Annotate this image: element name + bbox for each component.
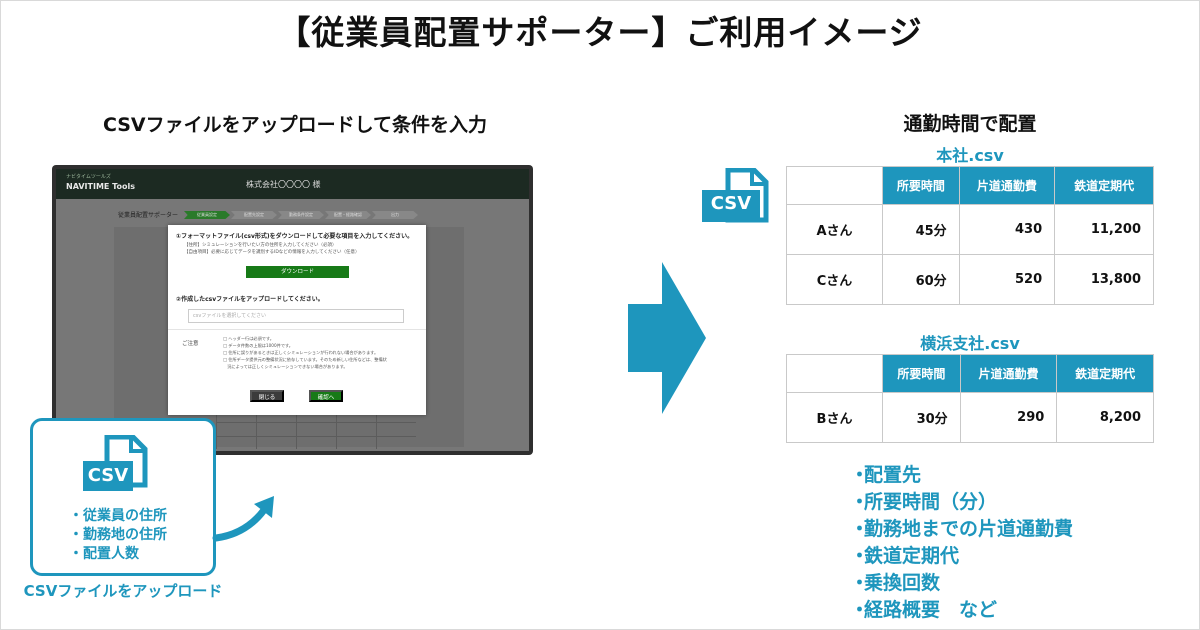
output-item: ・鉄道定期代 — [850, 545, 960, 567]
table-cell: 13,800 — [1054, 254, 1154, 305]
csv-icon-label: CSV — [87, 465, 129, 486]
company-name: 株式会社〇〇〇〇 様 — [246, 180, 321, 189]
output-item-label: 勤務地までの片道通勤費 — [864, 518, 1074, 540]
upload-modal: ①フォーマットファイル(csv形式)をダウンロードして必要な項目を入力してくださ… — [168, 225, 426, 415]
output-item-label: 所要時間（分） — [864, 491, 998, 513]
app-name: 従業員配置サポーター — [118, 212, 179, 219]
column-header: 鉄道定期代 — [1056, 354, 1154, 393]
csv-item: ・勤務地の住所 — [69, 527, 167, 543]
table-cell: 30分 — [882, 392, 961, 443]
right-heading: 通勤時間で配置 — [903, 113, 1037, 135]
result-table-yokohama: 所要時間 片道通勤費 鉄道定期代 Bさん 30分 290 8,200 — [786, 354, 1154, 443]
table-header-row: 所要時間 片道通勤費 鉄道定期代 — [786, 166, 1154, 205]
page-title: 【従業員配置サポーター】ご利用イメージ — [277, 13, 923, 52]
employee-name: Bさん — [786, 392, 883, 443]
table-cell: 8,200 — [1056, 392, 1154, 443]
result-table-honsha: 所要時間 片道通勤費 鉄道定期代 Aさん 45分 430 11,200 Cさん … — [786, 166, 1154, 305]
column-header: 鉄道定期代 — [1054, 166, 1154, 205]
employee-name: Cさん — [786, 254, 883, 305]
csv-input-card: CSV ・従業員の住所 ・勤務地の住所 ・配置人数 — [30, 418, 216, 576]
table-title: 横浜支社.csv — [920, 334, 1020, 353]
output-item: ・所要時間（分） — [850, 491, 998, 513]
csv-item: ・配置人数 — [69, 546, 139, 562]
required-note: 【住所】シミュレーションを行いたい方の住所を入力してください（必須） — [184, 243, 337, 248]
app-screenshot: ナビタイムツールズ NAVITIME Tools 株式会社〇〇〇〇 様 従業員配… — [52, 165, 533, 455]
table-title: 本社.csv — [936, 146, 1004, 165]
table-row: Bさん 30分 290 8,200 — [786, 392, 1154, 443]
brand-subtitle: ナビタイムツールズ — [66, 174, 111, 180]
column-header: 所要時間 — [882, 166, 960, 205]
step-indicator: 従業員設定 配置先設定 勤務条件設定 配置・経路確認 出力 — [184, 211, 419, 219]
output-item-list: ・配置先 ・所要時間（分） ・勤務地までの片道通勤費 ・鉄道定期代 ・乗換回数 … — [850, 462, 1073, 624]
notice-label: ご注意 — [182, 341, 199, 347]
brand-logo: NAVITIME Tools — [66, 182, 136, 191]
notice-item: 況によっては正しくシミュレーションできない場合があります。 — [223, 364, 348, 369]
output-item-label: 鉄道定期代 — [864, 545, 960, 567]
column-header: 片道通勤費 — [958, 166, 1056, 205]
app-header: ナビタイムツールズ NAVITIME Tools 株式会社〇〇〇〇 様 — [56, 169, 529, 199]
step1-instruction: ①フォーマットファイル(csv形式)をダウンロードして必要な項目を入力してくださ… — [176, 233, 414, 240]
upload-arrow-icon — [212, 496, 274, 542]
table-cell: 520 — [958, 254, 1056, 305]
notice-list: □ ヘッダー行は必須です。 □ データ件数の上限は1000件です。 □ 住所に誤… — [223, 335, 387, 370]
notice-item: □ ヘッダー行は必須です。 — [223, 336, 274, 341]
table-cell: 45分 — [882, 204, 960, 255]
output-item: ・経路概要 など — [850, 599, 998, 621]
download-button[interactable]: ダウンロード — [246, 266, 349, 278]
divider — [168, 329, 426, 330]
right-arrow-icon — [628, 262, 706, 414]
output-item-label: 乗換回数 — [864, 572, 941, 594]
header-blank — [786, 354, 883, 393]
confirm-button[interactable]: 確認へ — [309, 390, 343, 402]
column-header: 所要時間 — [882, 354, 961, 393]
column-header: 片道通勤費 — [959, 354, 1058, 393]
step-item[interactable]: 従業員設定 — [184, 211, 230, 219]
employee-name: Aさん — [786, 204, 883, 255]
table-header-row: 所要時間 片道通勤費 鉄道定期代 — [786, 354, 1154, 393]
notice-item: □ 住所に誤りがあるときは正しくシミュレーションが行われない場合があります。 — [223, 350, 379, 355]
output-item: ・配置先 — [850, 464, 922, 486]
notice-item: □ データ件数の上限は1000件です。 — [223, 343, 293, 348]
notice-item: □ 住所データ提供元の整備状況に依存しています。そのため新しい住所などは、整備状 — [223, 357, 387, 362]
table-cell: 430 — [958, 204, 1056, 255]
csv-file-input[interactable]: csvファイルを選択してください — [188, 309, 404, 323]
table-cell: 60分 — [882, 254, 960, 305]
step-item[interactable]: 配置・経路確認 — [325, 211, 371, 219]
csv-icon-label: CSV — [710, 193, 752, 214]
output-item-label: 配置先 — [864, 464, 922, 486]
table-row: Aさん 45分 430 11,200 — [786, 204, 1154, 255]
output-item: ・勤務地までの片道通勤費 — [850, 518, 1074, 540]
table-cell: 11,200 — [1054, 204, 1154, 255]
optional-note: 【自由項目】必要に応じてデータを識別するIDなどの情報を入力してください（任意） — [184, 250, 360, 255]
output-item: ・乗換回数 — [850, 572, 941, 594]
output-item-label: 経路概要 など — [864, 599, 998, 621]
step-item[interactable]: 出力 — [372, 211, 418, 219]
step-item[interactable]: 配置先設定 — [231, 211, 277, 219]
left-heading: CSVファイルをアップロードして条件を入力 — [102, 114, 488, 136]
close-button[interactable]: 閉じる — [250, 390, 284, 402]
table-cell: 290 — [959, 392, 1058, 443]
csv-item-list: ・従業員の住所 ・勤務地の住所 ・配置人数 — [69, 507, 167, 564]
step-item[interactable]: 勤務条件設定 — [278, 211, 324, 219]
step2-instruction: ②作成したcsvファイルをアップロードしてください。 — [176, 296, 324, 303]
table-row: Cさん 60分 520 13,800 — [786, 254, 1154, 305]
csv-caption: CSVファイルをアップロード — [23, 582, 223, 600]
csv-item: ・従業員の住所 — [69, 508, 167, 524]
header-blank — [786, 166, 883, 205]
